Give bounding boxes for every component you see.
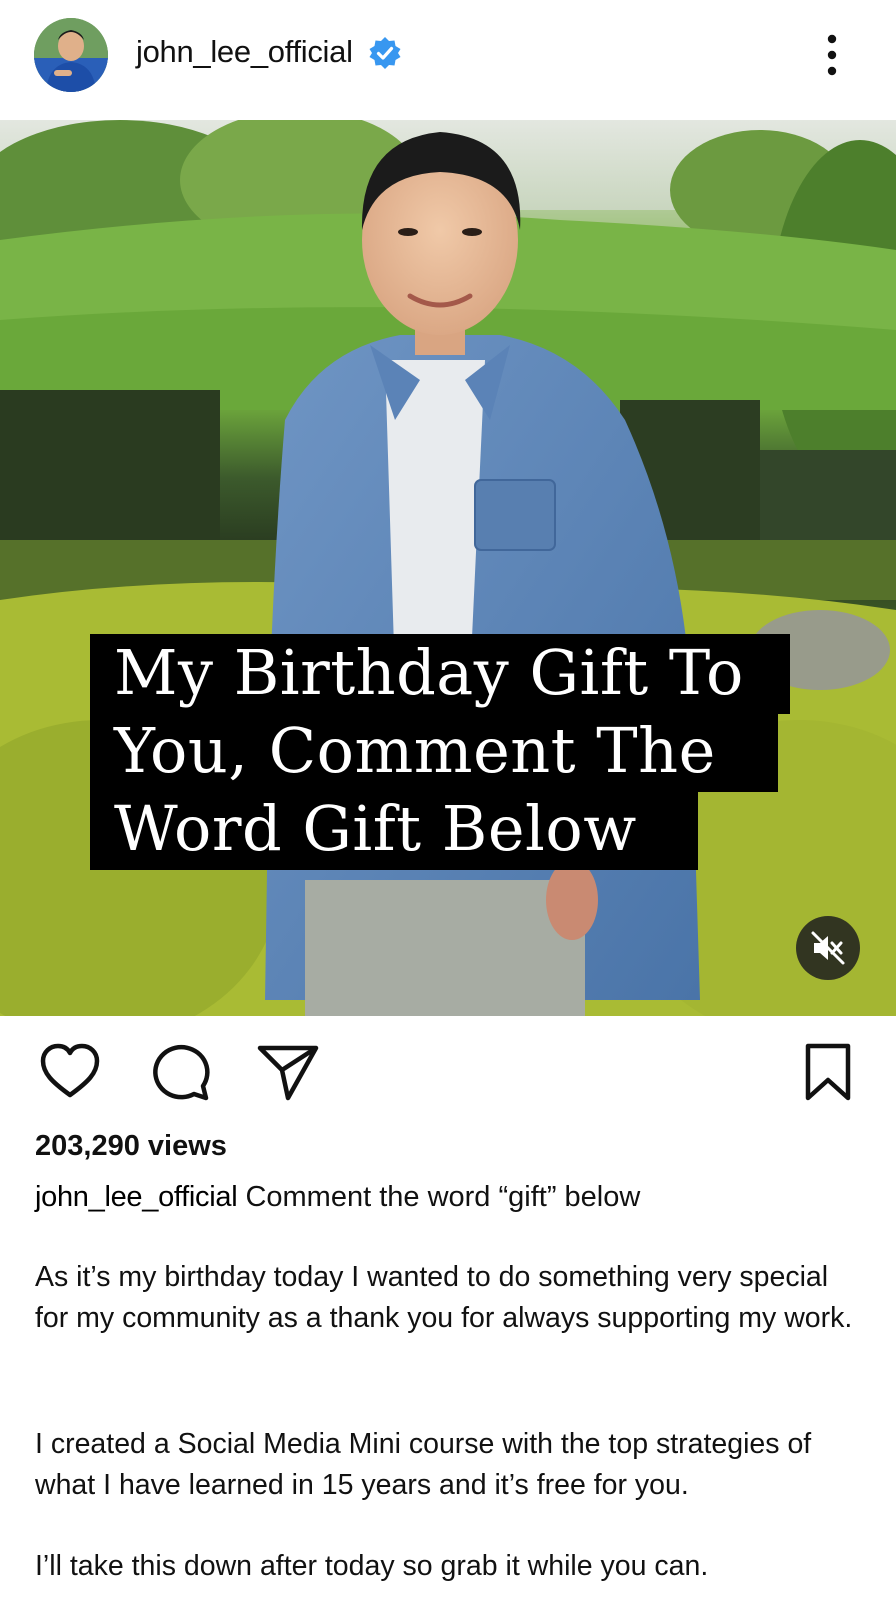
verified-badge-icon — [369, 37, 401, 69]
avatar[interactable] — [34, 18, 108, 92]
caption-paragraph-2: I created a Social Media Mini course wit… — [35, 1428, 812, 1501]
speaker-muted-icon — [811, 931, 845, 965]
caption-paragraph-3: I’ll take this down after today so grab … — [35, 1550, 709, 1582]
post-username[interactable]: john_lee_official — [136, 34, 353, 70]
bookmark-icon[interactable] — [796, 1040, 860, 1104]
caption-username[interactable]: john_lee_official — [35, 1181, 238, 1213]
comment-icon[interactable] — [148, 1040, 212, 1104]
post-media[interactable]: My Birthday Gift To You, Comment The Wor… — [0, 120, 896, 1016]
post-caption: john_lee_official Comment the word “gift… — [35, 1177, 865, 1217]
mute-toggle-button[interactable] — [796, 916, 860, 980]
caption-first-line: Comment the word “gift” below — [245, 1181, 641, 1213]
overlay-line-1: My Birthday Gift To — [90, 634, 790, 714]
more-vertical-icon[interactable] — [820, 32, 844, 78]
caption-paragraph-1: As it’s my birthday today I wanted to do… — [35, 1261, 853, 1334]
send-icon[interactable] — [256, 1040, 320, 1104]
avatar-image — [34, 18, 108, 92]
view-count: 203,290 views — [35, 1130, 227, 1162]
overlay-line-3: Word Gift Below — [90, 790, 698, 870]
heart-icon[interactable] — [38, 1040, 102, 1104]
overlay-line-2: You, Comment The — [90, 712, 778, 792]
post-header: john_lee_official — [0, 0, 896, 120]
video-text-overlay: My Birthday Gift To You, Comment The Wor… — [90, 634, 806, 888]
